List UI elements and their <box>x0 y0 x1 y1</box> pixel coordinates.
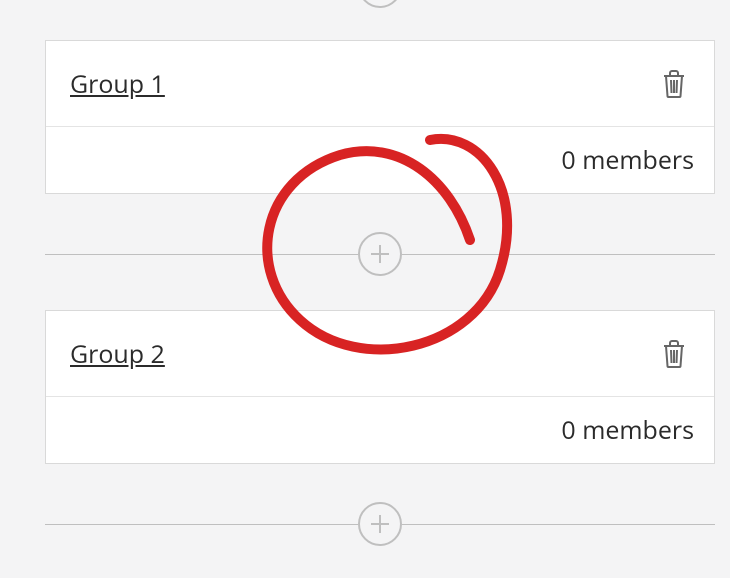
group-title-link[interactable]: Group 1 <box>70 67 165 101</box>
divider <box>45 254 358 255</box>
group-header: Group 1 <box>46 41 714 127</box>
page-root: Group 1 0 members Gr <box>0 0 730 578</box>
divider <box>45 524 358 525</box>
group-card: Group 2 0 members <box>45 310 715 464</box>
add-group-row-middle <box>45 232 715 276</box>
add-group-button-middle[interactable] <box>358 232 402 276</box>
divider <box>402 254 715 255</box>
members-count: 0 members <box>561 143 694 177</box>
add-group-button-top[interactable] <box>358 0 402 8</box>
delete-group-button[interactable] <box>658 337 690 371</box>
group-title-link[interactable]: Group 2 <box>70 337 165 371</box>
group-body: 0 members <box>46 127 714 193</box>
trash-icon <box>661 69 687 99</box>
add-group-button-bottom[interactable] <box>358 502 402 546</box>
plus-icon <box>369 243 391 265</box>
members-count: 0 members <box>561 413 694 447</box>
group-body: 0 members <box>46 397 714 463</box>
plus-icon <box>369 513 391 535</box>
divider <box>402 524 715 525</box>
delete-group-button[interactable] <box>658 67 690 101</box>
add-group-row-top <box>45 0 715 8</box>
group-header: Group 2 <box>46 311 714 397</box>
group-card: Group 1 0 members <box>45 40 715 194</box>
trash-icon <box>661 339 687 369</box>
add-group-row-bottom <box>45 502 715 546</box>
